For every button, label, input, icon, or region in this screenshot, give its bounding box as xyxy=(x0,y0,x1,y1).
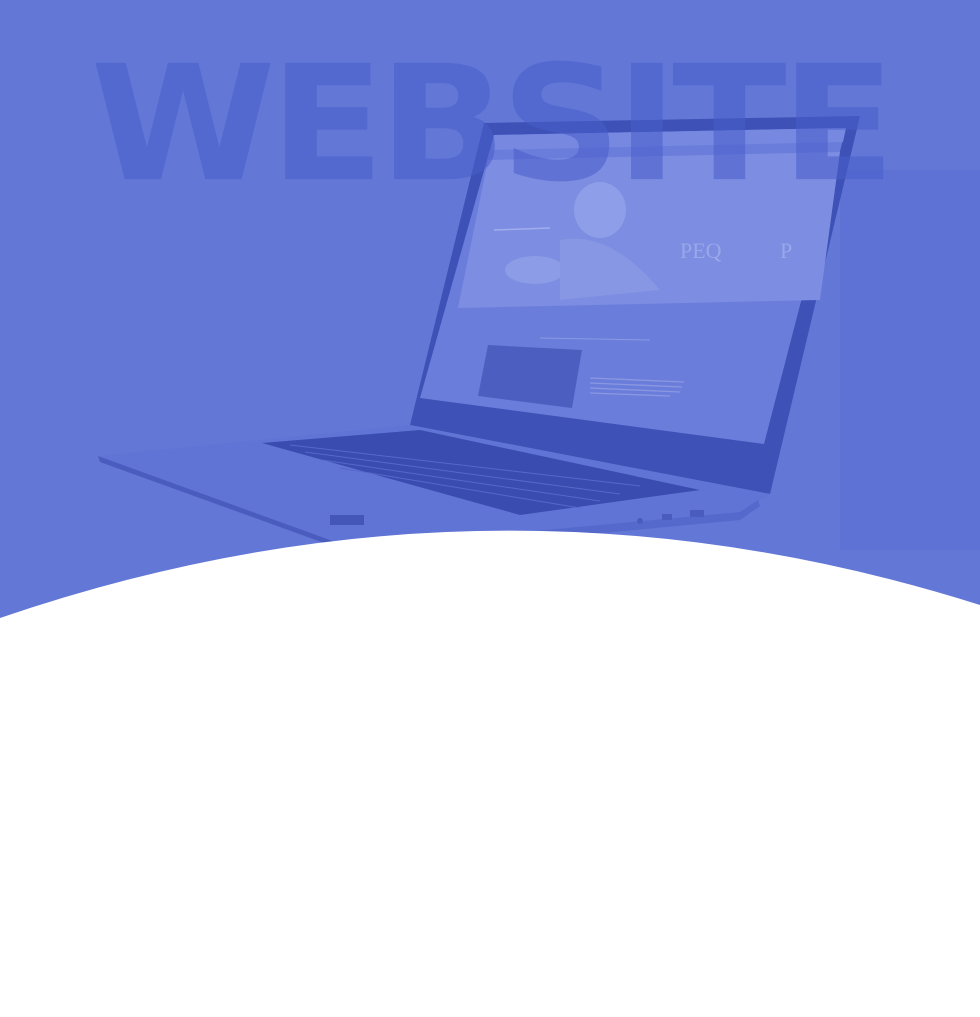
usb-port xyxy=(662,514,672,520)
audio-jack xyxy=(637,518,643,524)
banner-text-2: P xyxy=(780,238,792,263)
banner-baby xyxy=(505,256,565,284)
hero-section: PEQ P WEBSITE xyxy=(0,0,980,1012)
fingerprint-sensor xyxy=(330,515,364,525)
backdrop-panel xyxy=(840,170,980,550)
watermark-text: WEBSITE xyxy=(90,30,896,218)
banner-text: PEQ xyxy=(680,238,722,263)
usb-port-2 xyxy=(690,510,704,517)
bottom-curve xyxy=(0,530,980,1012)
